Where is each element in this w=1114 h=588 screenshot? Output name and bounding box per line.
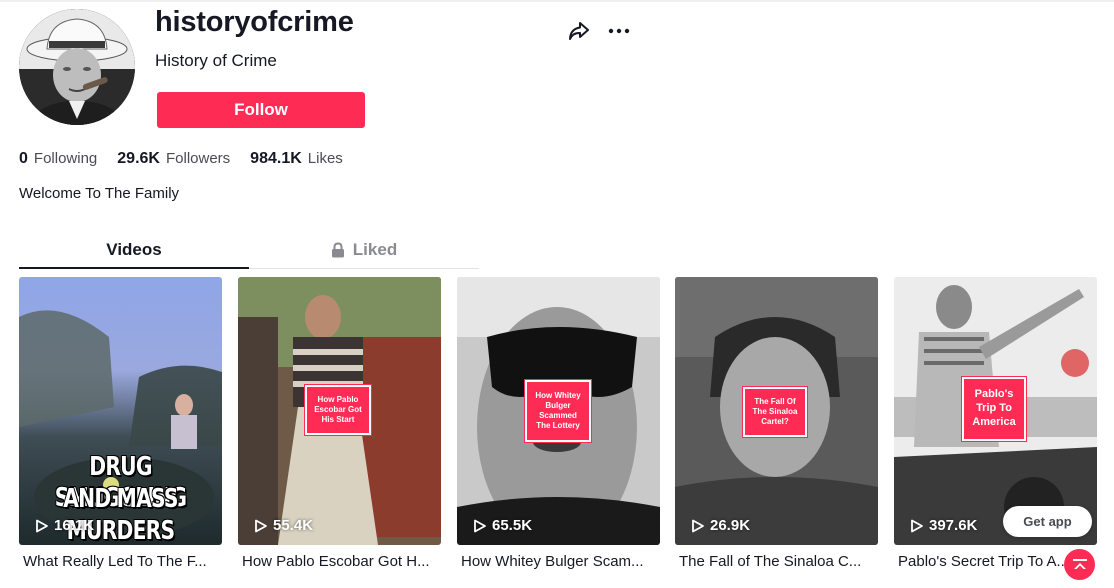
followers-count: 29.6K xyxy=(117,150,160,167)
video-card[interactable]: How Pablo Escobar Got His Start 55.4K Ho… xyxy=(238,277,441,570)
back-to-top-button[interactable] xyxy=(1064,549,1095,580)
sticker-line: The Sinaloa xyxy=(752,407,798,416)
sticker-line: Escobar Got xyxy=(314,405,362,414)
profile-nickname: History of Crime xyxy=(155,51,277,70)
sticker-line: The Lottery xyxy=(536,421,580,430)
video-sticker: How Pablo Escobar Got His Start xyxy=(305,385,371,435)
play-icon xyxy=(692,519,704,532)
back-to-top-icon xyxy=(1072,558,1087,569)
video-card[interactable]: How Whitey Bulger Scammed The Lottery 65… xyxy=(457,277,660,570)
more-icon[interactable] xyxy=(606,18,632,44)
sticker-line: His Start xyxy=(321,415,355,424)
profile-tabs: Videos Liked xyxy=(19,232,479,269)
play-icon xyxy=(36,519,48,532)
view-count-value: 55.4K xyxy=(273,517,314,534)
view-count: 55.4K xyxy=(254,517,313,534)
top-divider xyxy=(0,0,1114,2)
avatar[interactable] xyxy=(19,9,135,125)
play-icon xyxy=(911,519,923,532)
sticker-line: The Fall Of xyxy=(754,397,796,406)
profile-stats: 0 Following 29.6K Followers 984.1K Likes xyxy=(19,150,363,168)
sticker-line: Bulger xyxy=(545,401,571,410)
video-sticker: The Fall Of The Sinaloa Cartel? xyxy=(743,387,807,437)
tab-videos-label: Videos xyxy=(106,239,162,259)
view-count: 65.5K xyxy=(473,517,532,534)
video-caption[interactable]: What Really Led To The F... xyxy=(19,553,222,570)
view-count: 16.1K xyxy=(35,517,94,534)
likes-stat: 984.1K Likes xyxy=(250,150,343,168)
sticker-line: How Whitey xyxy=(535,391,581,400)
view-count: 397.6K xyxy=(910,517,977,534)
following-label: Following xyxy=(33,150,98,167)
video-sticker: Pablo's Trip To America xyxy=(962,377,1026,441)
video-sticker: How Whitey Bulger Scammed The Lottery xyxy=(525,380,591,442)
video-thumbnail[interactable]: How Whitey Bulger Scammed The Lottery 65… xyxy=(457,277,660,545)
view-count-value: 397.6K xyxy=(929,517,978,534)
video-card[interactable]: The Fall Of The Sinaloa Cartel? 26.9K Th… xyxy=(675,277,878,570)
play-icon xyxy=(474,519,486,532)
video-overlay-line: AND MASS xyxy=(63,484,178,514)
lock-icon xyxy=(331,242,345,258)
play-icon xyxy=(255,519,267,532)
get-app-button[interactable]: Get app xyxy=(1003,506,1092,537)
video-card[interactable]: DRUG SMUGGLING AND MASS MURDERS 16.1K Wh… xyxy=(19,277,222,570)
likes-count: 984.1K xyxy=(250,150,302,167)
video-caption[interactable]: The Fall of The Sinaloa C... xyxy=(675,553,878,570)
likes-label: Likes xyxy=(307,150,343,167)
view-count-value: 16.1K xyxy=(54,517,95,534)
view-count-value: 65.5K xyxy=(492,517,533,534)
sticker-line: How Pablo xyxy=(317,395,359,404)
following-count: 0 xyxy=(19,150,28,167)
sticker-line: Scammed xyxy=(539,411,577,420)
followers-stat[interactable]: 29.6K Followers xyxy=(117,150,230,168)
video-thumbnail[interactable]: How Pablo Escobar Got His Start 55.4K xyxy=(238,277,441,545)
video-thumbnail[interactable]: The Fall Of The Sinaloa Cartel? 26.9K xyxy=(675,277,878,545)
sticker-line: America xyxy=(972,415,1016,428)
tab-videos[interactable]: Videos xyxy=(19,232,249,269)
followers-label: Followers xyxy=(165,150,231,167)
view-count: 26.9K xyxy=(691,517,750,534)
view-count-value: 26.9K xyxy=(710,517,751,534)
video-thumbnail[interactable]: Pablo's Trip To America 397.6K xyxy=(894,277,1097,545)
video-caption[interactable]: How Whitey Bulger Scam... xyxy=(457,553,660,570)
share-icon[interactable] xyxy=(566,18,592,44)
sticker-line: Trip To xyxy=(976,402,1012,415)
video-caption[interactable]: How Pablo Escobar Got H... xyxy=(238,553,441,570)
tab-liked-label: Liked xyxy=(352,240,398,259)
tab-liked[interactable]: Liked xyxy=(249,232,479,268)
profile-username: historyofcrime xyxy=(155,6,354,38)
follow-button[interactable]: Follow xyxy=(157,92,365,128)
sticker-line: Cartel? xyxy=(761,417,789,426)
video-thumbnail[interactable]: DRUG SMUGGLING AND MASS MURDERS 16.1K xyxy=(19,277,222,545)
profile-bio: Welcome To The Family xyxy=(19,185,180,202)
sticker-line: Pablo's xyxy=(974,388,1014,401)
following-stat[interactable]: 0 Following xyxy=(19,150,97,168)
